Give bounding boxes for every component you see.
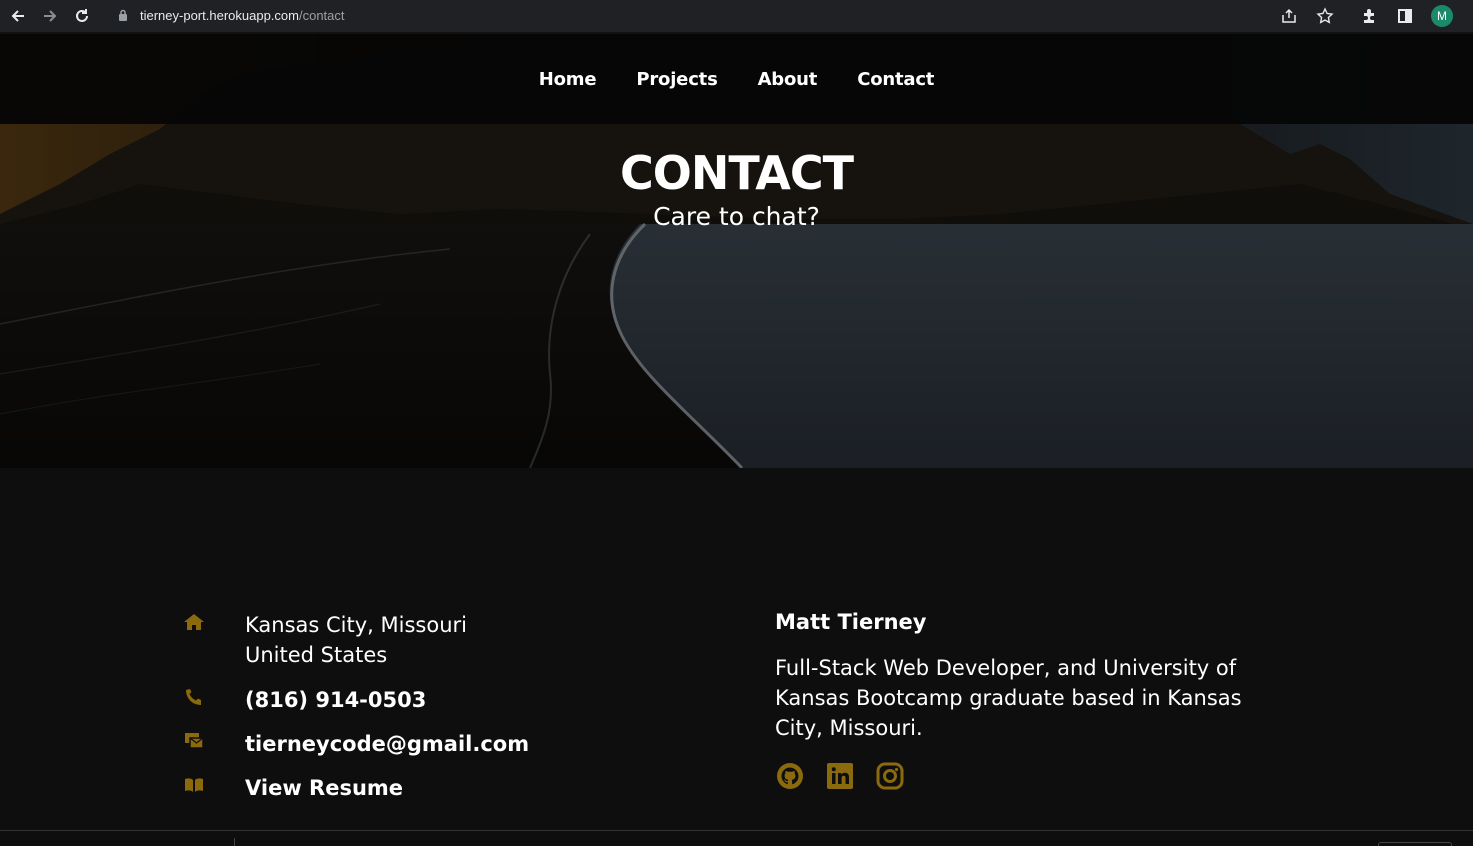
footer-edge-right [1378,842,1452,846]
share-icon[interactable] [1273,0,1305,32]
nav-projects-link[interactable]: Projects [636,69,717,90]
phone-icon [183,685,245,707]
address-text: Kansas City, Missouri United States [245,610,467,670]
browser-toolbar: tierney-port.herokuapp.com/contact M [0,0,1473,32]
nav-about-link[interactable]: About [758,69,818,90]
back-icon[interactable] [2,0,34,32]
book-icon [183,773,245,795]
bio-name: Matt Tierney [775,610,927,634]
hero-banner: Home Projects About Contact CONTACT Care… [0,34,1473,468]
footer-edge [234,838,235,846]
nav-contact-link[interactable]: Contact [857,69,934,90]
address-row: Kansas City, Missouri United States [183,610,467,670]
footer-divider [0,830,1473,831]
side-panel-icon[interactable] [1389,0,1421,32]
forward-icon[interactable] [34,0,66,32]
bio-description: Full-Stack Web Developer, and University… [775,656,1242,740]
address-line-1: Kansas City, Missouri [245,613,467,637]
phone-row: (816) 914-0503 [183,685,426,715]
view-resume-link[interactable]: View Resume [245,773,403,803]
address-bar[interactable]: tierney-port.herokuapp.com/contact [106,2,1350,28]
url-text: tierney-port.herokuapp.com/contact [140,7,345,23]
home-icon [183,610,245,632]
resume-row: View Resume [183,773,403,803]
lock-icon [119,9,127,21]
bookmark-star-icon[interactable] [1309,0,1341,32]
contact-section: Kansas City, Missouri United States (816… [0,468,1473,846]
mail-icon [183,729,245,751]
main-navbar: Home Projects About Contact [0,34,1473,124]
github-icon[interactable] [775,761,805,791]
phone-number[interactable]: (816) 914-0503 [245,685,426,715]
page-subtitle: Care to chat? [653,202,820,231]
profile-avatar[interactable]: M [1431,5,1453,27]
reload-icon[interactable] [66,0,98,32]
extensions-icon[interactable] [1353,0,1385,32]
email-link[interactable]: tierneycode@gmail.com [245,729,529,759]
instagram-icon[interactable] [875,761,905,791]
linkedin-icon[interactable] [825,761,855,791]
address-line-2: United States [245,643,388,667]
email-row: tierneycode@gmail.com [183,729,529,759]
social-links [775,761,905,791]
nav-home-link[interactable]: Home [539,69,597,90]
page-title: CONTACT [620,146,854,200]
